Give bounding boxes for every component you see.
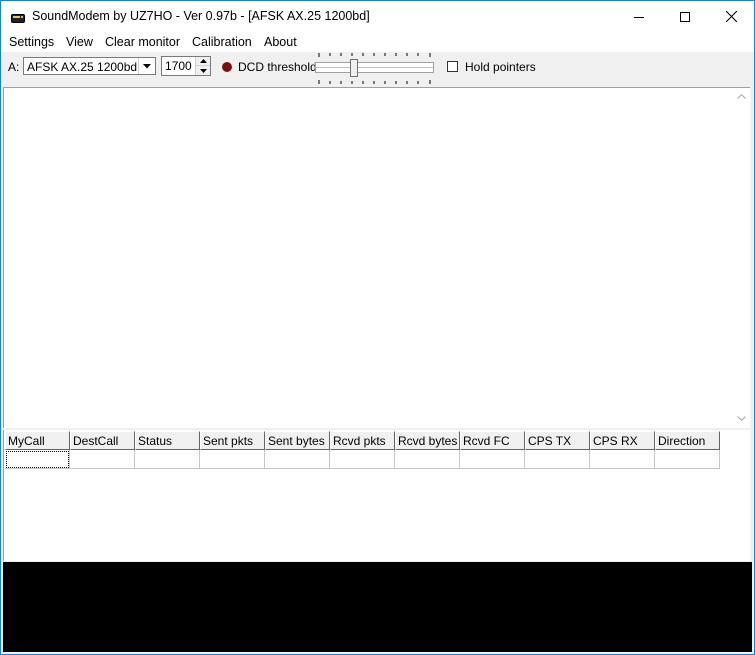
toolbar: A: AFSK AX.25 1200bd 1700 DCD threshold [1,52,754,85]
mode-select-value: AFSK AX.25 1200bd [27,60,138,74]
monitor-text-area[interactable] [3,87,750,428]
hold-pointers-checkbox[interactable] [447,61,458,72]
menu-clear-monitor[interactable]: Clear monitor [105,35,180,49]
title-bar[interactable]: SoundModem by UZ7HO - Ver 0.97b - [AFSK … [1,1,754,32]
channel-label: A: [8,60,20,74]
maximize-button[interactable] [662,1,708,32]
table-cell[interactable] [5,450,70,469]
column-header-cps-tx[interactable]: CPS TX [525,431,590,450]
dcd-indicator-icon [222,62,232,72]
menu-view[interactable]: View [66,35,93,49]
table-cell[interactable] [200,450,265,469]
table-cell[interactable] [70,450,135,469]
table-cell[interactable] [460,450,525,469]
frequency-value[interactable]: 1700 [165,59,192,73]
table-cell[interactable] [525,450,590,469]
maximize-icon [680,11,690,22]
table-header: MyCall DestCall Status Sent pkts Sent by… [5,431,720,450]
minimize-button[interactable] [616,1,662,32]
spin-down-icon[interactable] [196,66,210,75]
column-header-rcvd-bytes[interactable]: Rcvd bytes [395,431,460,450]
column-header-destcall[interactable]: DestCall [70,431,135,450]
menu-calibration[interactable]: Calibration [192,35,252,49]
column-header-sent-pkts[interactable]: Sent pkts [200,431,265,450]
menu-about[interactable]: About [264,35,297,49]
dcd-threshold-label: DCD threshold [238,60,317,74]
table-cell[interactable] [655,450,720,469]
column-header-sent-bytes[interactable]: Sent bytes [265,431,330,450]
app-icon [11,12,25,23]
close-button[interactable] [708,1,754,32]
waterfall-display[interactable] [3,562,752,652]
monitor-scrollbar[interactable] [733,88,750,427]
column-header-status[interactable]: Status [135,431,200,450]
frequency-spinner[interactable]: 1700 [161,56,211,76]
menu-settings[interactable]: Settings [9,35,54,49]
connections-table: MyCall DestCall Status Sent pkts Sent by… [3,430,750,561]
close-icon [725,11,737,22]
table-row[interactable] [5,450,720,469]
table-cell[interactable] [265,450,330,469]
dcd-threshold-slider[interactable] [314,52,436,85]
table-cell[interactable] [590,450,655,469]
minimize-icon [634,16,644,18]
column-header-rcvd-pkts[interactable]: Rcvd pkts [330,431,395,450]
table-cell[interactable] [395,450,460,469]
hold-pointers-label[interactable]: Hold pointers [465,60,536,74]
mode-select[interactable]: AFSK AX.25 1200bd [23,57,156,75]
app-window: SoundModem by UZ7HO - Ver 0.97b - [AFSK … [0,0,755,655]
spinner-buttons [195,57,210,75]
menu-bar: Settings View Clear monitor Calibration … [1,32,754,52]
chevron-down-icon[interactable] [138,58,155,74]
spin-up-icon[interactable] [196,57,210,66]
scroll-up-icon[interactable] [733,88,750,105]
column-header-mycall[interactable]: MyCall [5,431,70,450]
column-header-rcvd-fc[interactable]: Rcvd FC [460,431,525,450]
column-header-cps-rx[interactable]: CPS RX [590,431,655,450]
table-cell[interactable] [135,450,200,469]
column-header-direction[interactable]: Direction [655,431,720,450]
window-title: SoundModem by UZ7HO - Ver 0.97b - [AFSK … [32,9,370,23]
scroll-down-icon[interactable] [733,410,750,427]
table-cell[interactable] [330,450,395,469]
